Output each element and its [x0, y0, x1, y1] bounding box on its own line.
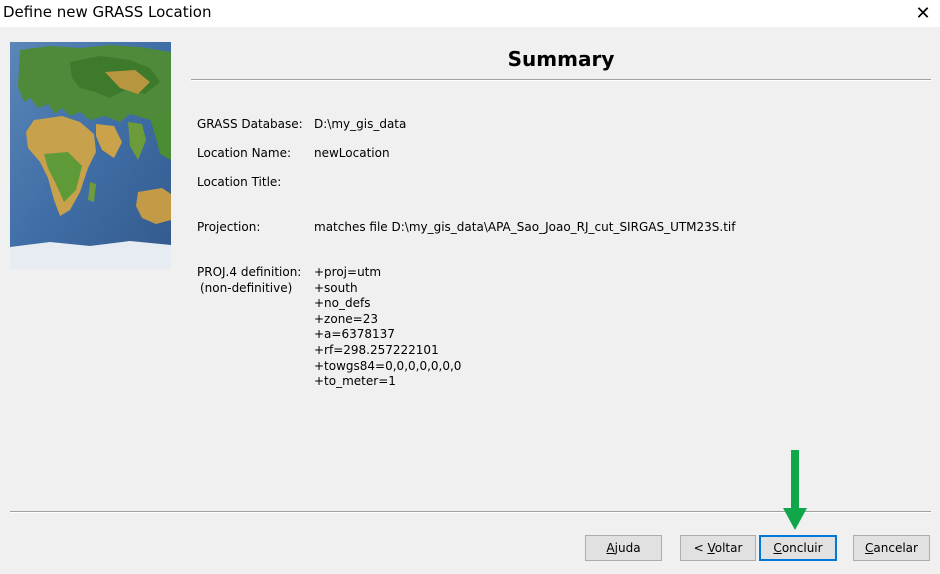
finish-button[interactable]: Concluir: [759, 535, 837, 561]
page-title: Summary: [507, 47, 615, 71]
proj4-line: +no_defs: [314, 296, 371, 311]
proj4-line: +zone=23: [314, 311, 379, 326]
proj4-label: PROJ.4 definition:: [197, 265, 302, 279]
location-name-label: Location Name:: [197, 146, 292, 160]
proj4-line: +proj=utm: [314, 265, 382, 279]
cancel-button-label: Cancelar: [865, 541, 918, 555]
dialog-body: Summary GRASS Database: D:\my_gis_data L…: [0, 27, 940, 574]
help-button-label: Ajuda: [606, 541, 641, 555]
green-down-arrow-icon: [783, 450, 807, 530]
proj4-line: +a=6378137: [314, 327, 395, 342]
database-value: D:\my_gis_data: [314, 117, 407, 131]
finish-button-label: Concluir: [773, 541, 823, 555]
help-button[interactable]: Ajuda: [585, 535, 662, 561]
projection-label: Projection:: [197, 220, 261, 234]
location-title-label: Location Title:: [197, 175, 282, 189]
cancel-button[interactable]: Cancelar: [853, 535, 930, 561]
window-titlebar: Define new GRASS Location ✕: [0, 0, 940, 27]
proj4-line: +south: [314, 280, 358, 295]
proj4-line: +rf=298.257222101: [314, 342, 439, 357]
back-button-label: < Voltar: [693, 541, 743, 555]
proj4-note: (non-definitive): [200, 281, 293, 295]
proj4-line: +to_meter=1: [314, 374, 396, 389]
title-divider: [191, 79, 931, 81]
projection-value: matches file D:\my_gis_data\APA_Sao_Joao…: [314, 220, 736, 234]
proj4-definition: +proj=utm +south +no_defs +zone=23 +a=63…: [314, 265, 461, 390]
window-title: Define new GRASS Location: [3, 3, 212, 21]
close-icon[interactable]: ✕: [912, 2, 934, 24]
world-map-image: [10, 42, 171, 269]
location-name-value: newLocation: [314, 146, 390, 160]
back-button[interactable]: < Voltar: [680, 535, 756, 561]
proj4-line: +towgs84=0,0,0,0,0,0,0: [314, 358, 462, 373]
database-label: GRASS Database:: [197, 117, 303, 131]
